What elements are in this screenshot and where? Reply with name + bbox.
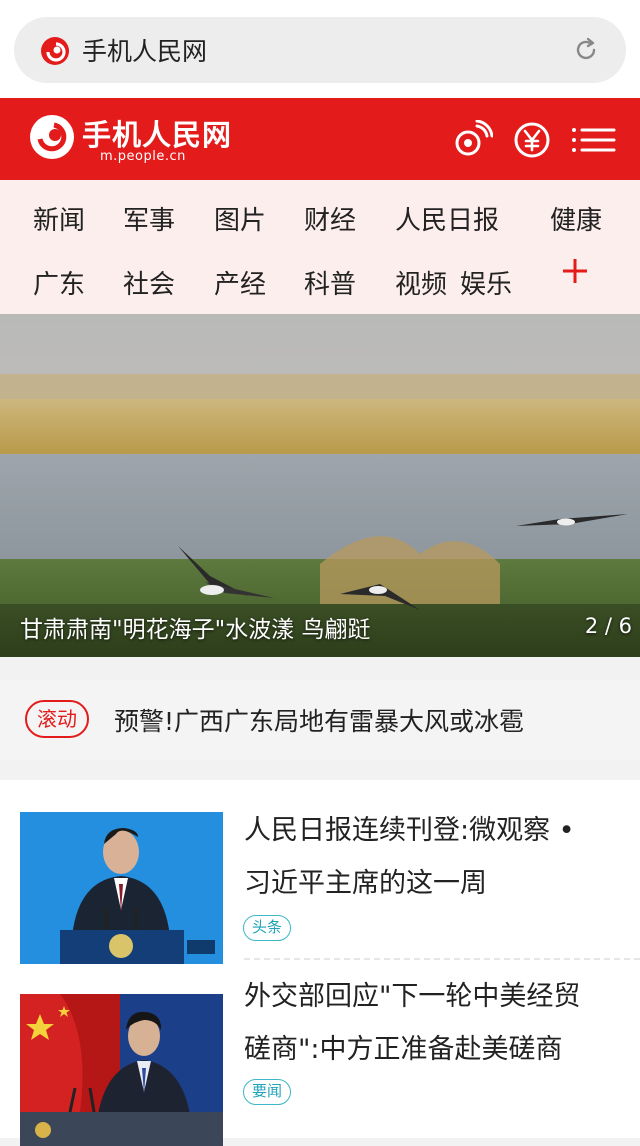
channel-item[interactable]: 产经	[214, 264, 266, 301]
brand-logo-icon[interactable]	[28, 113, 76, 161]
ticker-badge: 滚动	[25, 700, 89, 738]
channel-item[interactable]: 财经	[304, 200, 356, 237]
people-logo-icon	[41, 37, 69, 65]
news-tag: 头条	[243, 915, 292, 941]
ticker-headline[interactable]: 预警!广西广东局地有雷暴大风或冰雹	[114, 702, 524, 738]
reload-icon[interactable]	[572, 36, 600, 64]
dashed-divider	[244, 958, 640, 960]
news-title-line: 习近平主席的这一周	[244, 868, 487, 899]
url-text: 手机人民网	[82, 37, 208, 66]
news-title[interactable]: 外交部回应"下一轮中美经贸 磋商":中方正准备赴美磋商	[244, 970, 624, 1076]
news-item[interactable]: 人民日报连续刊登:微观察 • 习近平主席的这一周 头条	[0, 780, 640, 964]
hero-carousel[interactable]: 甘肃肃南"明花海子"水波漾 鸟翩跹 2 / 6	[0, 314, 640, 657]
news-thumbnail[interactable]	[20, 812, 223, 964]
news-title[interactable]: 人民日报连续刊登:微观察 • 习近平主席的这一周	[244, 804, 624, 910]
news-title-line: 外交部回应"下一轮中美经贸	[244, 981, 581, 1012]
scrolling-ticker: 滚动 预警!广西广东局地有雷暴大风或冰雹	[0, 680, 640, 760]
channel-item[interactable]: 娱乐	[460, 264, 512, 301]
menu-icon[interactable]	[568, 120, 618, 160]
site-header: 手机人民网 m.people.cn	[0, 98, 640, 180]
channel-item[interactable]: 视频	[395, 264, 447, 301]
broadcast-icon[interactable]	[453, 120, 493, 160]
channel-item[interactable]: 人民日报	[395, 200, 499, 237]
channel-item[interactable]: 军事	[123, 200, 175, 237]
news-tag: 要闻	[243, 1079, 292, 1105]
brand-domain: m.people.cn	[100, 149, 186, 164]
channel-nav: 新闻 军事 图片 财经 人民日报 健康 广东 社会 产经 科普 视频 娱乐	[0, 180, 640, 314]
news-list: 人民日报连续刊登:微观察 • 习近平主席的这一周 头条 外交部回应"下一轮中美经…	[0, 780, 640, 1146]
brand-title[interactable]: 手机人民网	[82, 112, 232, 154]
channel-item[interactable]: 社会	[123, 264, 175, 301]
yuan-icon[interactable]	[512, 120, 552, 160]
channel-item[interactable]: 新闻	[33, 200, 85, 237]
hero-caption[interactable]: 甘肃肃南"明花海子"水波漾 鸟翩跹	[20, 610, 370, 644]
news-title-line: 人民日报连续刊登:微观察 •	[244, 815, 575, 846]
url-field[interactable]: 手机人民网	[14, 17, 626, 83]
channel-item[interactable]: 图片	[214, 200, 266, 237]
browser-address-bar: 手机人民网	[0, 0, 640, 98]
news-thumbnail[interactable]	[20, 994, 223, 1146]
add-channel-plus-icon[interactable]	[560, 256, 590, 286]
channel-item[interactable]: 健康	[550, 200, 602, 237]
hero-image	[0, 314, 640, 657]
slide-counter: 2 / 6	[584, 614, 632, 638]
news-item[interactable]: 外交部回应"下一轮中美经贸 磋商":中方正准备赴美磋商 要闻	[0, 962, 640, 1146]
channel-item[interactable]: 科普	[304, 264, 356, 301]
news-title-line: 磋商":中方正准备赴美磋商	[244, 1034, 563, 1065]
channel-item[interactable]: 广东	[33, 264, 85, 301]
